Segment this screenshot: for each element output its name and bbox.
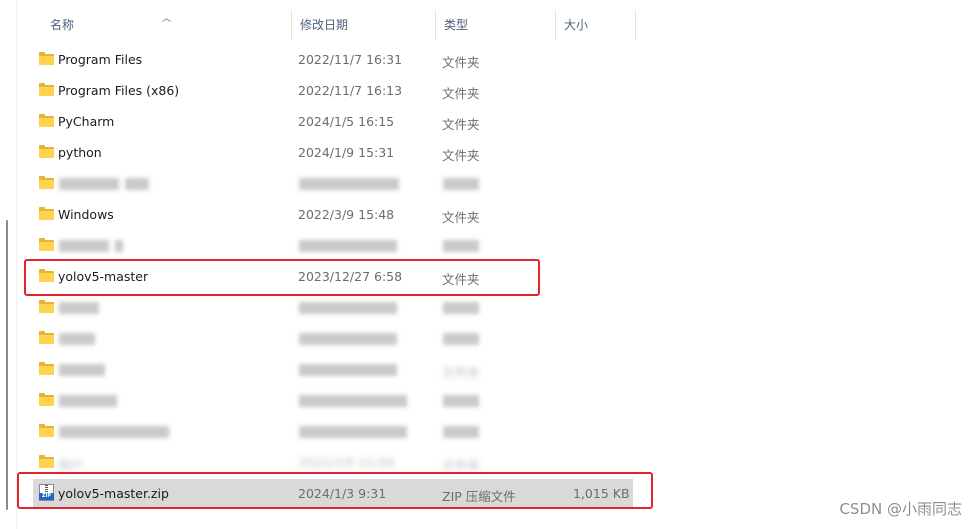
folder-icon <box>39 393 54 406</box>
column-header-type[interactable]: 类型 <box>436 10 556 40</box>
folder-icon <box>39 362 54 375</box>
file-type: 文件夹 <box>442 365 480 380</box>
redacted-text <box>443 333 479 345</box>
column-header-size[interactable]: 大小 <box>556 10 636 40</box>
folder-icon <box>39 83 54 96</box>
redacted-text <box>115 240 123 252</box>
highlight-box-zip <box>17 472 653 509</box>
file-modified-date: 2024/1/9 15:31 <box>298 145 395 160</box>
column-header-bar: 名称 ︿ 修改日期 类型 大小 <box>16 10 976 40</box>
redacted-text <box>299 333 397 345</box>
redacted-text <box>443 302 479 314</box>
file-modified-date: 2024/1/5 16:15 <box>298 114 395 129</box>
redacted-text <box>59 333 95 345</box>
file-row[interactable] <box>33 324 633 354</box>
highlight-box-folder <box>24 259 540 296</box>
file-row[interactable]: Windows 2022/3/9 15:48 文件夹 <box>33 200 633 230</box>
sort-ascending-icon: ︿ <box>162 14 172 24</box>
file-row[interactable] <box>33 417 633 447</box>
file-row[interactable] <box>33 169 633 199</box>
column-header-type-label: 类型 <box>444 18 469 32</box>
folder-icon <box>39 300 54 313</box>
redacted-text <box>59 302 99 314</box>
folder-icon <box>39 176 54 189</box>
file-row[interactable] <box>33 293 633 323</box>
redacted-text <box>59 395 117 407</box>
redacted-text <box>443 240 479 252</box>
column-header-name[interactable]: 名称 ︿ <box>16 10 292 40</box>
watermark: CSDN @小雨同志 <box>839 500 962 518</box>
file-name: PyCharm <box>58 114 115 129</box>
folder-icon <box>39 207 54 220</box>
redacted-text <box>59 240 109 252</box>
redacted-text <box>443 178 479 190</box>
redacted-text <box>443 426 479 438</box>
file-row[interactable]: PyCharm 2024/1/5 16:15 文件夹 <box>33 107 633 137</box>
folder-icon <box>39 145 54 158</box>
file-name: Program Files <box>58 52 143 67</box>
file-name: Program Files (x86) <box>58 83 180 98</box>
redacted-text <box>443 395 479 407</box>
redacted-text <box>59 426 169 438</box>
file-modified-date: 2022/11/7 16:13 <box>298 83 403 98</box>
column-header-modified-label: 修改日期 <box>300 18 349 32</box>
redacted-text <box>299 240 397 252</box>
navigation-scrollbar[interactable] <box>6 220 8 510</box>
redacted-text <box>299 426 407 438</box>
file-row[interactable]: python 2024/1/9 15:31 文件夹 <box>33 138 633 168</box>
redacted-text <box>299 395 407 407</box>
redacted-text <box>125 178 149 190</box>
folder-icon <box>39 238 54 251</box>
folder-icon <box>39 424 54 437</box>
file-name: python <box>58 145 102 160</box>
folder-icon <box>39 455 54 468</box>
folder-icon <box>39 331 54 344</box>
redacted-text <box>299 302 397 314</box>
file-row[interactable]: 文件夹 <box>33 355 633 385</box>
column-header-size-label: 大小 <box>564 18 589 32</box>
column-header-name-label: 名称 <box>50 18 75 32</box>
redacted-text <box>299 178 399 190</box>
redacted-text <box>59 178 119 190</box>
file-type: 文件夹 <box>442 86 480 101</box>
column-header-modified[interactable]: 修改日期 <box>292 10 436 40</box>
file-type: 文件夹 <box>442 55 480 70</box>
redacted-text <box>59 364 105 376</box>
file-modified-date: 2022/3/9 15:09 <box>298 455 395 470</box>
file-type: 文件夹 <box>442 148 480 163</box>
file-row[interactable] <box>33 231 633 261</box>
folder-icon <box>39 114 54 127</box>
file-type: 文件夹 <box>442 210 480 225</box>
file-row[interactable]: Program Files (x86) 2022/11/7 16:13 文件夹 <box>33 76 633 106</box>
file-row[interactable] <box>33 386 633 416</box>
file-type: 文件夹 <box>442 117 480 132</box>
file-row[interactable]: Program Files 2022/11/7 16:31 文件夹 <box>33 45 633 75</box>
file-modified-date: 2022/11/7 16:31 <box>298 52 403 67</box>
redacted-text <box>299 364 397 376</box>
navigation-pane-edge <box>0 0 17 529</box>
file-name: Windows <box>58 207 114 222</box>
file-modified-date: 2022/3/9 15:48 <box>298 207 395 222</box>
folder-icon <box>39 52 54 65</box>
